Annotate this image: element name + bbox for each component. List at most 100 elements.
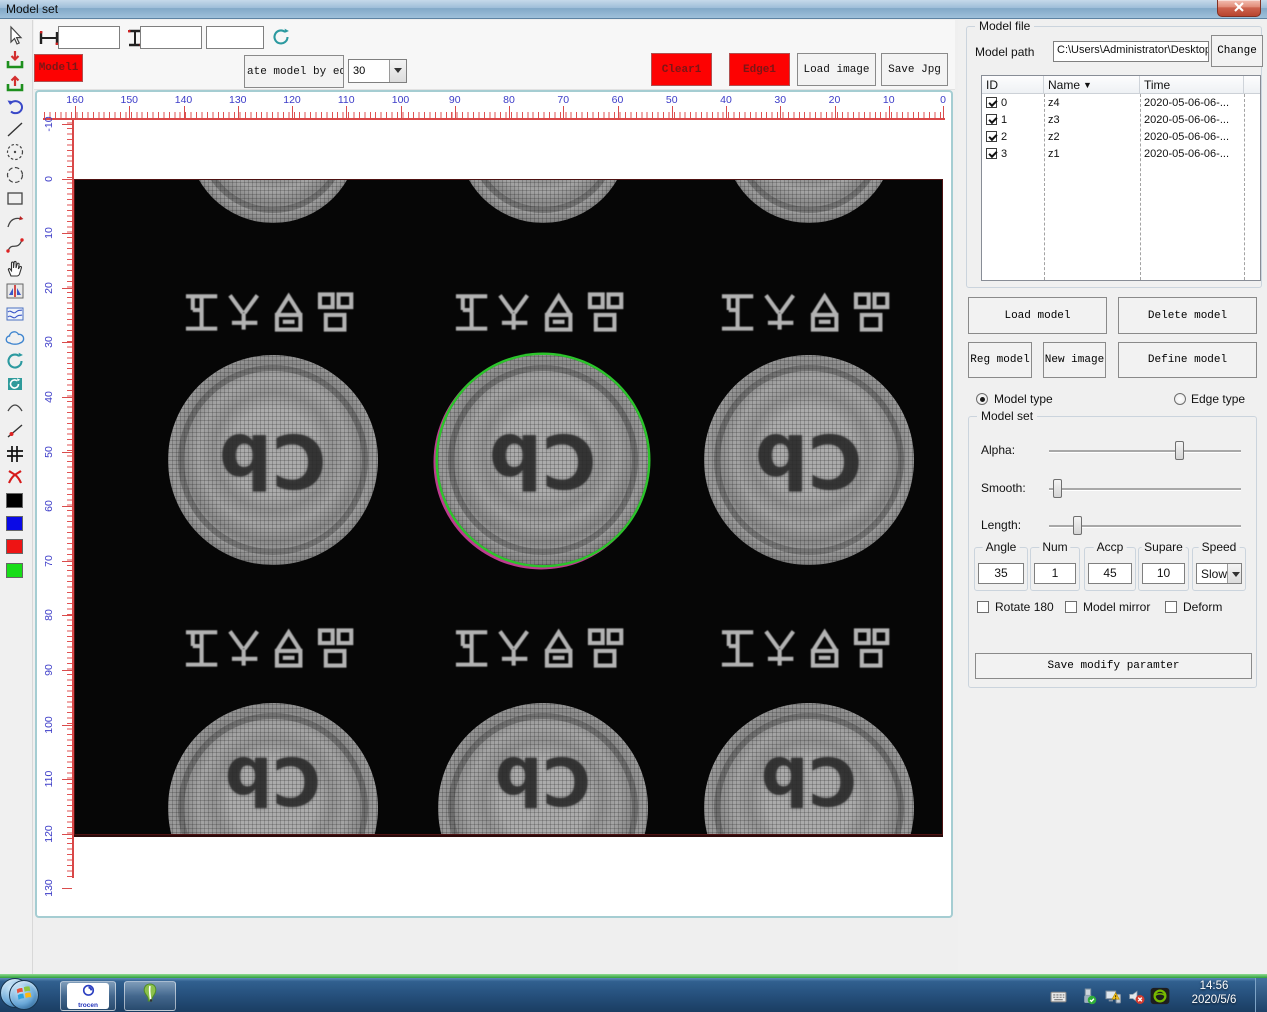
taskbar-app-coreldraw[interactable] bbox=[124, 981, 176, 1011]
row-checkbox[interactable] bbox=[986, 131, 997, 142]
table-row[interactable]: 0z42020-05-06-06-... bbox=[982, 94, 1260, 111]
coin[interactable]: Cb bbox=[704, 355, 914, 565]
outline-tool-icon[interactable] bbox=[4, 327, 28, 350]
camera-image[interactable]: Cb Cb Cb Cb Cb Cb bbox=[74, 179, 943, 835]
coin[interactable]: Cb bbox=[704, 703, 914, 835]
supare-field[interactable]: 10 bbox=[1142, 563, 1185, 584]
dropdown-arrow-icon[interactable] bbox=[389, 60, 406, 82]
nvidia-tray-icon[interactable] bbox=[1150, 986, 1170, 1006]
detected-coin[interactable]: Cb bbox=[438, 355, 648, 565]
height-input[interactable] bbox=[140, 26, 202, 49]
export-model-icon[interactable] bbox=[4, 71, 28, 94]
rotate-selection-tool-icon[interactable] bbox=[4, 373, 28, 396]
model-type-radio[interactable] bbox=[976, 393, 988, 405]
save-jpg-button[interactable]: Save Jpg bbox=[881, 53, 948, 86]
taskbar-app-trocen[interactable]: trocen bbox=[60, 981, 116, 1011]
save-modify-parameter-button[interactable]: Save modify paramter bbox=[975, 653, 1252, 679]
row-checkbox[interactable] bbox=[986, 148, 997, 159]
right-panel: Model file Model path C:\Users\Administr… bbox=[958, 20, 1267, 976]
coin-brand-text: Cb bbox=[761, 742, 857, 819]
arc-tool-icon[interactable] bbox=[4, 396, 28, 419]
num-field[interactable]: 1 bbox=[1034, 563, 1076, 584]
change-path-button[interactable]: Change bbox=[1211, 35, 1263, 67]
define-model-button[interactable]: Define model bbox=[1118, 342, 1257, 378]
model-path-field[interactable]: C:\Users\Administrator\Desktop bbox=[1053, 41, 1209, 62]
edge-count-select[interactable]: 30 bbox=[348, 59, 407, 83]
coin[interactable]: Cb bbox=[438, 703, 648, 835]
smooth-slider-track[interactable] bbox=[1049, 488, 1241, 490]
col-header-id[interactable]: ID bbox=[982, 76, 1044, 93]
volume-muted-tray-icon[interactable] bbox=[1128, 988, 1145, 1004]
edge-type-radio[interactable] bbox=[1174, 393, 1186, 405]
show-desktop-button[interactable] bbox=[1255, 978, 1267, 1012]
mirror-tool-icon[interactable] bbox=[4, 280, 28, 303]
rotate-180-checkbox[interactable] bbox=[977, 601, 989, 613]
col-header-name[interactable]: Name▼ bbox=[1044, 76, 1140, 93]
coin[interactable] bbox=[458, 179, 628, 223]
draw-rectangle-icon[interactable] bbox=[4, 187, 28, 210]
load-model-button[interactable]: Load model bbox=[968, 297, 1107, 334]
h-ruler-label: 140 bbox=[169, 94, 199, 106]
row-checkbox[interactable] bbox=[986, 114, 997, 125]
coin[interactable]: Cb bbox=[168, 355, 378, 565]
model-table[interactable]: ID Name▼ Time 0z42020-05-06-06-...1z3202… bbox=[981, 75, 1261, 281]
create-model-by-edge-button[interactable]: ate model by ed bbox=[244, 55, 344, 88]
table-row[interactable]: 2z22020-05-06-06-... bbox=[982, 128, 1260, 145]
work-canvas[interactable]: 1601501401301201101009080706050403020100… bbox=[35, 90, 953, 918]
alpha-slider-track[interactable] bbox=[1049, 450, 1241, 452]
color-swatch-green[interactable] bbox=[6, 563, 23, 578]
load-image-button[interactable]: Load image bbox=[797, 53, 876, 86]
deform-checkbox[interactable] bbox=[1165, 601, 1177, 613]
new-image-button[interactable]: New image bbox=[1043, 342, 1106, 378]
delete-tool-icon[interactable] bbox=[4, 466, 28, 489]
color-swatch-blue[interactable] bbox=[6, 516, 23, 531]
draw-ellipse-icon[interactable] bbox=[4, 164, 28, 187]
close-button[interactable] bbox=[1217, 0, 1261, 17]
col-header-time[interactable]: Time bbox=[1140, 76, 1244, 93]
coin[interactable] bbox=[724, 179, 894, 223]
coin[interactable]: Cb bbox=[168, 703, 378, 835]
taskbar-clock[interactable]: 14:56 2020/5/6 bbox=[1180, 979, 1248, 1009]
alpha-slider-thumb[interactable] bbox=[1175, 441, 1184, 460]
table-row[interactable]: 1z32020-05-06-06-... bbox=[982, 111, 1260, 128]
refresh-icon[interactable] bbox=[270, 26, 292, 48]
angle-input[interactable] bbox=[206, 26, 264, 49]
network-warning-tray-icon[interactable] bbox=[1105, 988, 1122, 1004]
model-mirror-checkbox[interactable] bbox=[1065, 601, 1077, 613]
coin[interactable] bbox=[188, 179, 358, 223]
color-swatch-red[interactable] bbox=[6, 539, 23, 554]
draw-arc-icon[interactable] bbox=[4, 211, 28, 234]
angle-field[interactable]: 35 bbox=[978, 563, 1024, 584]
usb-device-tray-icon[interactable] bbox=[1080, 988, 1097, 1004]
draw-circle-icon[interactable] bbox=[4, 141, 28, 164]
grid-tool-icon[interactable] bbox=[4, 443, 28, 466]
keyboard-tray-icon[interactable] bbox=[1050, 988, 1067, 1004]
speed-dropdown-arrow-icon[interactable] bbox=[1227, 564, 1241, 583]
accp-field[interactable]: 45 bbox=[1088, 563, 1132, 584]
model1-button[interactable]: Model1 bbox=[34, 54, 83, 82]
speed-select[interactable]: Slow bbox=[1196, 563, 1242, 584]
delete-model-button[interactable]: Delete model bbox=[1118, 297, 1257, 334]
v-ruler-label: 0 bbox=[43, 167, 55, 191]
draw-line-icon[interactable] bbox=[4, 118, 28, 141]
select-cursor-icon[interactable] bbox=[4, 25, 28, 48]
rotate-tool-icon[interactable] bbox=[4, 350, 28, 373]
clear1-button[interactable]: Clear1 bbox=[651, 53, 712, 86]
edge1-button[interactable]: Edge1 bbox=[729, 53, 790, 86]
pan-hand-icon[interactable] bbox=[4, 257, 28, 280]
draw-bezier-icon[interactable] bbox=[4, 234, 28, 257]
h-ruler-label: 100 bbox=[386, 94, 416, 106]
length-slider-thumb[interactable] bbox=[1073, 516, 1082, 535]
node-edit-tool-icon[interactable] bbox=[4, 419, 28, 442]
start-button[interactable] bbox=[9, 980, 39, 1010]
undo-icon[interactable] bbox=[4, 95, 28, 118]
wave-tool-icon[interactable] bbox=[4, 303, 28, 326]
table-row[interactable]: 3z12020-05-06-06-... bbox=[982, 145, 1260, 162]
smooth-label: Smooth: bbox=[981, 481, 1026, 495]
import-model-icon[interactable] bbox=[4, 48, 28, 71]
row-checkbox[interactable] bbox=[986, 97, 997, 108]
reg-model-button[interactable]: Reg model bbox=[968, 342, 1032, 378]
smooth-slider-thumb[interactable] bbox=[1053, 479, 1062, 498]
width-input[interactable] bbox=[58, 26, 120, 49]
color-swatch-black[interactable] bbox=[6, 493, 23, 508]
